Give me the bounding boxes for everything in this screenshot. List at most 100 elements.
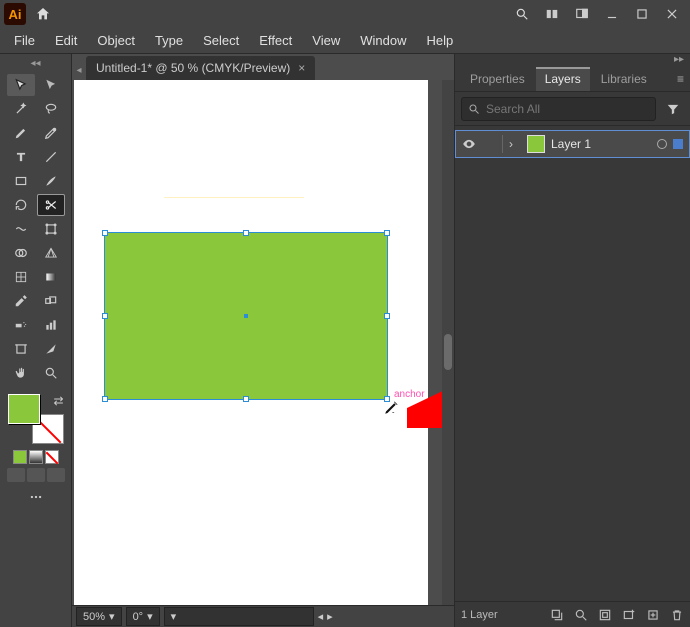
- width-tool[interactable]: [7, 218, 35, 240]
- new-sublayer-icon[interactable]: [622, 608, 636, 622]
- new-layer-icon[interactable]: [646, 608, 660, 622]
- scissors-tool[interactable]: [37, 194, 65, 216]
- resize-handle-sw[interactable]: [102, 396, 108, 402]
- direct-selection-tool[interactable]: [37, 74, 65, 96]
- selection-tool[interactable]: [7, 74, 35, 96]
- symbol-sprayer-tool[interactable]: [7, 314, 35, 336]
- column-graph-tool[interactable]: [37, 314, 65, 336]
- menu-select[interactable]: Select: [195, 29, 247, 52]
- scrollbar-thumb[interactable]: [444, 334, 452, 370]
- toolbox-collapse[interactable]: ◂◂: [0, 58, 71, 70]
- maximize-button[interactable]: [628, 3, 656, 25]
- toolbox: ◂◂: [0, 54, 72, 627]
- delete-layer-icon[interactable]: [670, 608, 684, 622]
- paste-remembers-layers-icon[interactable]: [550, 608, 564, 622]
- menu-view[interactable]: View: [304, 29, 348, 52]
- pen-cursor-icon: -: [383, 398, 401, 416]
- menu-file[interactable]: File: [6, 29, 43, 52]
- app-logo[interactable]: Ai: [4, 3, 26, 25]
- eyedropper-tool[interactable]: [7, 290, 35, 312]
- pen-tool[interactable]: [7, 122, 35, 144]
- draw-behind-button[interactable]: [27, 468, 45, 482]
- paintbrush-tool[interactable]: [37, 170, 65, 192]
- rotate-view-field[interactable]: 0°▾: [126, 607, 160, 626]
- chevron-down-icon: ▾: [109, 610, 115, 623]
- minimize-button[interactable]: [598, 3, 626, 25]
- perspective-grid-tool[interactable]: [37, 242, 65, 264]
- filter-button[interactable]: [662, 98, 684, 120]
- zoom-tool[interactable]: [37, 362, 65, 384]
- document-tab[interactable]: Untitled-1* @ 50 % (CMYK/Preview) ×: [86, 56, 315, 80]
- tab-properties[interactable]: Properties: [461, 67, 534, 91]
- artboard-tool[interactable]: [7, 338, 35, 360]
- status-bar: 50%▾ 0°▾ ▾ ◂ ▸: [72, 605, 454, 627]
- visibility-toggle-icon[interactable]: [462, 137, 478, 151]
- layer-row[interactable]: › Layer 1: [455, 130, 690, 158]
- close-tab-icon[interactable]: ×: [298, 61, 305, 75]
- lasso-tool[interactable]: [37, 98, 65, 120]
- menu-help[interactable]: Help: [418, 29, 461, 52]
- panel-menu-icon[interactable]: ≡: [677, 72, 684, 86]
- rectangle-tool[interactable]: [7, 170, 35, 192]
- artboard-nav[interactable]: ▾: [164, 607, 314, 626]
- resize-handle-n[interactable]: [243, 230, 249, 236]
- zoom-field[interactable]: 50%▾: [76, 607, 122, 626]
- hand-tool[interactable]: [7, 362, 35, 384]
- target-icon[interactable]: [657, 139, 667, 149]
- locate-object-icon[interactable]: [574, 608, 588, 622]
- free-transform-tool[interactable]: [37, 218, 65, 240]
- none-mode-button[interactable]: [45, 450, 59, 464]
- gradient-mode-button[interactable]: [29, 450, 43, 464]
- tab-layers[interactable]: Layers: [536, 67, 590, 91]
- menu-effect[interactable]: Effect: [251, 29, 300, 52]
- canvas-artboard[interactable]: anchor -: [74, 80, 428, 605]
- selection-indicator[interactable]: [673, 139, 683, 149]
- resize-handle-w[interactable]: [102, 313, 108, 319]
- resize-handle-nw[interactable]: [102, 230, 108, 236]
- workspace-switcher[interactable]: [568, 3, 596, 25]
- line-segment-tool[interactable]: [37, 146, 65, 168]
- menu-type[interactable]: Type: [147, 29, 191, 52]
- close-button[interactable]: [658, 3, 686, 25]
- next-artboard-icon[interactable]: ▸: [327, 610, 333, 623]
- tab-libraries[interactable]: Libraries: [592, 67, 656, 91]
- color-swatches[interactable]: ⇄: [8, 394, 64, 444]
- fill-swatch[interactable]: [8, 394, 40, 424]
- panel-expand[interactable]: ▸▸: [455, 54, 690, 66]
- slice-tool[interactable]: [37, 338, 65, 360]
- layer-name[interactable]: Layer 1: [551, 137, 651, 151]
- arrange-documents-button[interactable]: [538, 3, 566, 25]
- search-icon: [468, 103, 480, 115]
- tabstrip-collapse[interactable]: ◂: [74, 65, 84, 80]
- draw-normal-button[interactable]: [7, 468, 25, 482]
- layer-expand-icon[interactable]: ›: [509, 137, 521, 151]
- menu-window[interactable]: Window: [352, 29, 414, 52]
- mesh-tool[interactable]: [7, 266, 35, 288]
- curvature-tool[interactable]: [37, 122, 65, 144]
- color-mode-button[interactable]: [13, 450, 27, 464]
- blend-tool[interactable]: [37, 290, 65, 312]
- draw-inside-button[interactable]: [47, 468, 65, 482]
- layer-search-input[interactable]: Search All: [461, 97, 656, 121]
- make-clipping-mask-icon[interactable]: [598, 608, 612, 622]
- rotate-tool[interactable]: [7, 194, 35, 216]
- menu-edit[interactable]: Edit: [47, 29, 85, 52]
- shape-builder-tool[interactable]: [7, 242, 35, 264]
- vertical-scrollbar[interactable]: [442, 80, 454, 605]
- menu-object[interactable]: Object: [89, 29, 143, 52]
- home-button[interactable]: [32, 3, 54, 25]
- global-search-button[interactable]: [508, 3, 536, 25]
- resize-handle-e[interactable]: [384, 313, 390, 319]
- layer-count: 1 Layer: [461, 609, 498, 621]
- type-tool[interactable]: [7, 146, 35, 168]
- gradient-tool[interactable]: [37, 266, 65, 288]
- magic-wand-tool[interactable]: [7, 98, 35, 120]
- prev-artboard-icon[interactable]: ◂: [318, 610, 324, 623]
- selected-rectangle[interactable]: [104, 232, 388, 400]
- edit-toolbar-button[interactable]: [27, 490, 45, 504]
- chevron-down-icon: ▾: [171, 610, 177, 623]
- guide-line: [164, 197, 304, 198]
- swap-fill-stroke-icon[interactable]: ⇄: [53, 394, 63, 408]
- resize-handle-ne[interactable]: [384, 230, 390, 236]
- resize-handle-s[interactable]: [243, 396, 249, 402]
